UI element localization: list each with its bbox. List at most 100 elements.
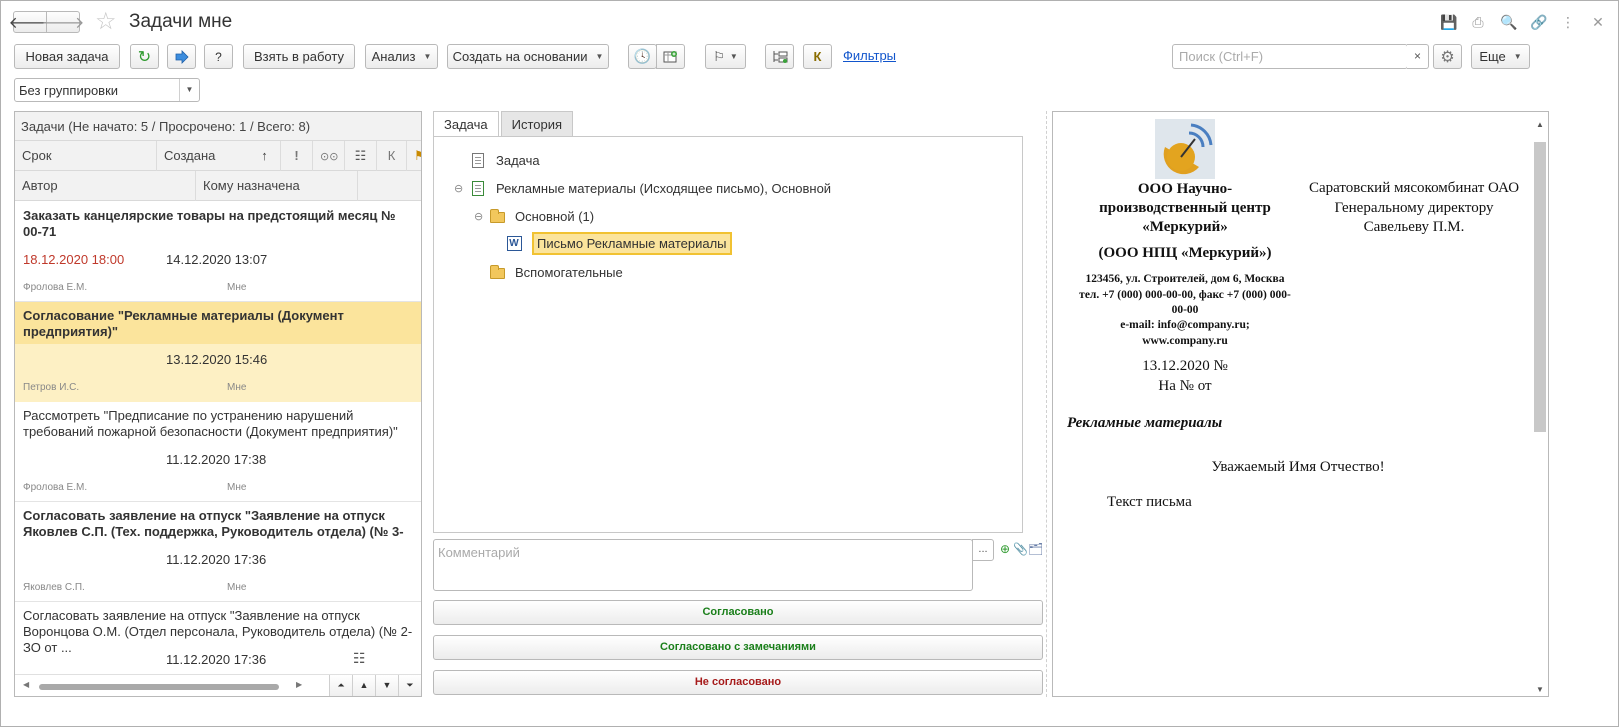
save-icon[interactable]: 💾 (1440, 13, 1457, 31)
letter-date-number: 13.12.2020 № (1142, 358, 1228, 374)
approved-button[interactable]: Согласовано (433, 600, 1043, 625)
recipient-position: Генеральному директору (1334, 200, 1494, 216)
task-row[interactable]: Рассмотреть "Предписание по устранению н… (15, 402, 421, 502)
tree-node-main-folder[interactable]: Основной (1) (489, 208, 594, 224)
arrow-right-icon: 🡒 (41, 14, 85, 32)
recipient-company: Саратовский мясокомбинат ОАО (1308, 180, 1520, 196)
letter-preview: ООО Научно-производственный центр «Мерку… (1052, 111, 1549, 697)
more-vertical-icon[interactable]: ⋮ (1560, 13, 1576, 31)
add-green-icon[interactable]: ⊕ (998, 542, 1012, 556)
scroll-right-icon[interactable]: ▶ (296, 680, 302, 689)
analysis-dropdown[interactable]: Анализ ▼ (365, 44, 438, 69)
scroll-down-icon[interactable]: ▼ (1536, 685, 1544, 694)
search-input[interactable]: Поиск (Ctrl+F) (1172, 44, 1408, 69)
collapse-toggle-icon[interactable]: ⊖ (474, 210, 483, 223)
list-navigation: ⏶ ▲ ▼ ⏷ (329, 675, 421, 696)
task-assignee: Мне (227, 482, 247, 493)
panel-splitter[interactable] (1046, 111, 1047, 697)
deadline-button[interactable]: 🕓 (628, 44, 657, 69)
create-based-on-label: Создать на основании (452, 49, 588, 64)
task-tabs: Задача История (433, 111, 575, 138)
preview-vertical-scrollbar[interactable]: ▲ ▼ (1532, 112, 1548, 696)
settings-button[interactable]: ⚙ (1433, 44, 1462, 69)
tree-node-aux-folder[interactable]: Вспомогательные (489, 264, 623, 280)
column-assignee[interactable]: Кому назначена (196, 171, 358, 201)
add-subtask-button[interactable] (656, 44, 685, 69)
add-table-icon (663, 50, 677, 62)
column-hierarchy[interactable]: ☷ (345, 141, 377, 171)
new-task-button[interactable]: Новая задача (14, 44, 120, 69)
link-icon[interactable]: 🔗 (1530, 13, 1547, 31)
help-button[interactable]: ? (204, 44, 233, 69)
task-row[interactable]: Заказать канцелярские товары на предстоя… (15, 202, 421, 302)
page-title: Задачи мне (129, 11, 233, 32)
task-list-panel: Задачи (Не начато: 5 / Просрочено: 1 / В… (14, 111, 422, 697)
task-author: Яковлев С.П. (23, 582, 85, 593)
refresh-button[interactable]: ↻ (130, 44, 159, 69)
task-title: Рассмотреть "Предписание по устранению н… (23, 408, 398, 439)
favorite-star-icon[interactable]: ☆ (95, 9, 117, 35)
filters-link[interactable]: Фильтры (843, 48, 896, 63)
flag-dropdown[interactable]: ⚐ ▼ (705, 44, 746, 69)
title-actions: 💾 ⎙ 🔍 🔗 ⋮ ✕ (1440, 13, 1606, 31)
task-row[interactable]: Согласовать заявление на отпуск "Заявлен… (15, 602, 421, 676)
analysis-label: Анализ (371, 49, 416, 64)
document-icon (470, 152, 486, 168)
approved-with-notes-button[interactable]: Согласовано с замечаниями (433, 635, 1043, 660)
close-icon[interactable]: ✕ (1590, 13, 1606, 31)
take-to-work-button[interactable]: Взять в работу (243, 44, 355, 69)
attach-files-icon[interactable]: 🗂 (1028, 542, 1043, 556)
column-author[interactable]: Автор (15, 171, 196, 201)
more-label: Еще (1479, 49, 1506, 64)
print-icon[interactable]: ⎙ (1470, 13, 1486, 31)
scroll-thumb[interactable] (39, 684, 279, 690)
tree-structure-icon (773, 50, 787, 63)
grouping-value: Без группировки (19, 83, 119, 98)
task-list-summary: Задачи (Не начато: 5 / Просрочено: 1 / В… (15, 112, 421, 141)
preview-icon[interactable]: 🔍 (1500, 13, 1517, 31)
task-author: Фролова Е.М. (23, 282, 88, 293)
search-clear-button[interactable]: × (1407, 44, 1429, 69)
forward-button[interactable]: 🡒 (42, 11, 84, 33)
column-flag[interactable]: ⚑ (407, 141, 421, 171)
tree-view-button[interactable] (765, 44, 794, 69)
scroll-up-icon[interactable]: ▲ (1536, 120, 1544, 129)
tree-node-letter[interactable]: W Письмо Рекламные материалы (506, 232, 732, 255)
column-due[interactable]: Срок (15, 141, 157, 171)
last-page-icon[interactable]: ⏷ (398, 675, 421, 696)
page-down-icon[interactable]: ▼ (375, 675, 398, 696)
tree-node-materials[interactable]: Рекламные материалы (Исходящее письмо), … (470, 180, 831, 196)
forward-task-button[interactable] (167, 44, 196, 69)
tree-node-label: Вспомогательные (515, 264, 623, 280)
tab-task[interactable]: Задача (433, 111, 499, 138)
task-row-selected[interactable]: Согласование "Рекламные материалы (Докум… (15, 302, 421, 402)
column-importance[interactable]: ! (281, 141, 313, 171)
comment-select-button[interactable]: ... (972, 539, 994, 561)
sender-address: 123456, ул. Строителей, дом 6, Москва те… (1079, 273, 1291, 316)
column-status-icon[interactable]: ⊙⊙ (313, 141, 345, 171)
horizontal-scrollbar[interactable]: ◀ ▶ ⏶ ▲ ▼ ⏷ (15, 674, 421, 696)
task-assignee: Мне (227, 282, 247, 293)
column-control[interactable]: К (377, 141, 407, 171)
tree-node-task[interactable]: Задача (470, 152, 540, 168)
create-based-on-dropdown[interactable]: Создать на основании ▼ (447, 44, 609, 69)
scroll-left-icon[interactable]: ◀ (23, 680, 29, 689)
tab-history[interactable]: История (500, 111, 574, 137)
task-created: 11.12.2020 17:36 (166, 652, 267, 667)
scroll-thumb[interactable] (1534, 142, 1546, 432)
comment-input[interactable]: Комментарий (433, 539, 973, 591)
page-up-icon[interactable]: ▲ (352, 675, 375, 696)
control-k-button[interactable]: К (803, 44, 832, 69)
not-approved-button[interactable]: Не согласовано (433, 670, 1043, 695)
sort-asc-icon[interactable]: ↑ (249, 141, 281, 171)
more-dropdown[interactable]: Еще ▼ (1471, 44, 1530, 69)
task-row[interactable]: Согласовать заявление на отпуск "Заявлен… (15, 502, 421, 602)
paperclip-icon[interactable]: 📎 (1013, 542, 1028, 556)
chevron-down-icon: ▼ (179, 79, 199, 101)
task-created: 13.12.2020 15:46 (166, 352, 268, 367)
first-page-icon[interactable]: ⏶ (329, 675, 352, 696)
task-title: Согласовать заявление на отпуск "Заявлен… (23, 608, 413, 655)
grouping-select[interactable]: Без группировки ▼ (14, 78, 200, 102)
sender-short-name: (ООО НПЦ «Меркурий») (1098, 245, 1272, 261)
collapse-toggle-icon[interactable]: ⊖ (454, 182, 463, 195)
